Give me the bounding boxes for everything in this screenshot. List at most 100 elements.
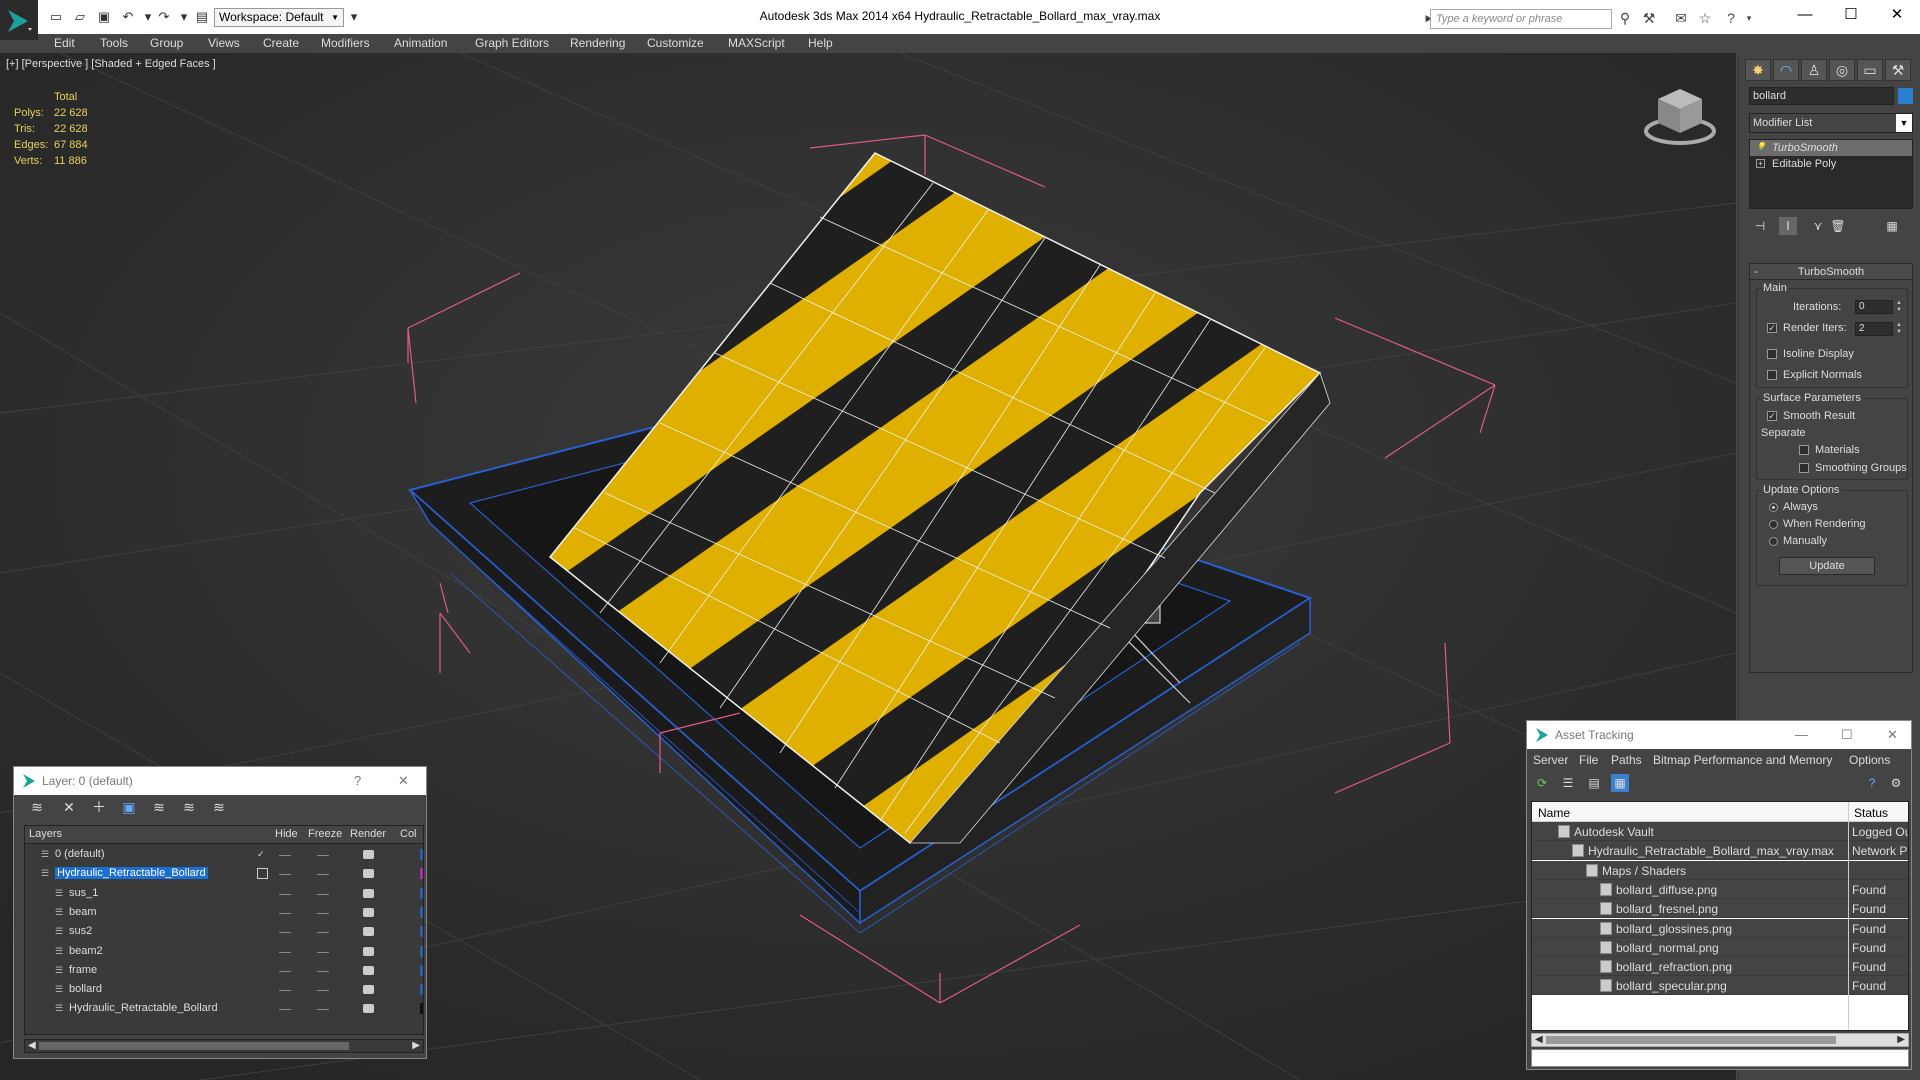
viewport-label[interactable]: [+] [Perspective ] [Shaded + Edged Faces… xyxy=(6,58,216,70)
layer-name[interactable]: beam xyxy=(69,906,97,918)
undo-icon[interactable]: ↶ xyxy=(120,9,136,25)
search-input[interactable]: Type a keyword or phrase xyxy=(1430,9,1612,29)
hide-toggle[interactable] xyxy=(279,855,291,856)
layer-row[interactable]: ☰ Hydraulic_Retractable_Bollard xyxy=(25,865,423,884)
menu-graph-editors[interactable]: Graph Editors xyxy=(475,36,549,50)
save-file-icon[interactable]: ▣ xyxy=(96,9,112,25)
layer-row[interactable]: ☰ sus2 xyxy=(25,923,423,942)
hide-toggle[interactable] xyxy=(279,893,291,895)
asset-name[interactable]: Autodesk Vault xyxy=(1574,825,1654,839)
details-view-icon[interactable]: ▤ xyxy=(1585,774,1603,792)
freeze-toggle[interactable] xyxy=(317,932,329,934)
menu-create[interactable]: Create xyxy=(263,36,299,50)
hide-toggle[interactable] xyxy=(279,990,291,992)
asset-name[interactable]: bollard_glossines.png xyxy=(1616,922,1732,936)
modify-tab-icon[interactable]: ◠ xyxy=(1773,59,1799,81)
iterations-spinner[interactable]: 0 xyxy=(1855,300,1893,314)
redo-dropdown-icon[interactable]: ▾ xyxy=(176,9,192,25)
minimize-icon[interactable]: — xyxy=(1790,4,1820,26)
scroll-left-icon[interactable]: ◀ xyxy=(28,1040,36,1051)
layer-list[interactable]: Layers Hide Freeze Render Col ☰ 0 (defaul… xyxy=(24,825,424,1035)
asset-row[interactable]: Maps / Shaders xyxy=(1532,860,1908,880)
delete-layer-icon[interactable]: ✕ xyxy=(60,798,78,816)
column-layers[interactable]: Layers xyxy=(29,828,62,840)
subscription-icon[interactable]: ⚒ xyxy=(1640,9,1658,27)
asset-row[interactable]: bollard_refraction.png Found xyxy=(1532,957,1908,977)
utilities-tab-icon[interactable]: ⚒ xyxy=(1885,59,1911,81)
horizontal-scrollbar[interactable]: ◀ ▶ xyxy=(1531,1033,1909,1047)
help-icon[interactable]: ? xyxy=(354,767,361,795)
column-color[interactable]: Col xyxy=(400,828,417,840)
manually-radio[interactable] xyxy=(1769,537,1778,546)
layer-color-swatch[interactable] xyxy=(420,1003,423,1015)
object-color-swatch[interactable] xyxy=(1898,88,1913,104)
workspace-dropdown[interactable]: Workspace: Default ▼ xyxy=(214,8,344,27)
layer-color-swatch[interactable] xyxy=(420,945,423,957)
freeze-toggle[interactable] xyxy=(317,874,329,876)
make-unique-icon[interactable]: ⋎ xyxy=(1809,217,1827,235)
project-folder-icon[interactable]: ▤ xyxy=(194,9,210,25)
spinner-arrows-icon[interactable]: ▲ ▼ xyxy=(1895,300,1903,314)
layer-row[interactable]: ☰ beam xyxy=(25,904,423,923)
menu-file[interactable]: File xyxy=(1579,753,1598,767)
stack-item-editable-poly[interactable]: + Editable Poly xyxy=(1750,156,1912,172)
scroll-right-icon[interactable]: ▶ xyxy=(412,1040,420,1051)
active-layer-check-icon[interactable]: ✓ xyxy=(257,849,268,860)
menu-customize[interactable]: Customize xyxy=(647,36,704,50)
favorites-star-icon[interactable]: ☆ xyxy=(1696,9,1714,27)
motion-tab-icon[interactable]: ◎ xyxy=(1829,59,1855,81)
render-teapot-icon[interactable] xyxy=(363,888,374,898)
column-freeze[interactable]: Freeze xyxy=(308,828,342,840)
menu-paths[interactable]: Paths xyxy=(1611,753,1642,767)
layer-row[interactable]: ☰ bollard xyxy=(25,981,423,1000)
menu-server[interactable]: Server xyxy=(1533,753,1568,767)
render-teapot-icon[interactable] xyxy=(363,869,374,879)
asset-name[interactable]: Hydraulic_Retractable_Bollard_max_vray.m… xyxy=(1588,844,1834,858)
layer-row[interactable]: ☰ Hydraulic_Retractable_Bollard xyxy=(25,1000,423,1019)
layer-row[interactable]: ☰ beam2 xyxy=(25,943,423,962)
freeze-all-layers-icon[interactable]: ≋ xyxy=(210,798,228,816)
asset-name[interactable]: bollard_specular.png xyxy=(1616,979,1727,993)
help-icon[interactable]: ? xyxy=(1863,774,1881,792)
scroll-right-icon[interactable]: ▶ xyxy=(1897,1034,1905,1045)
hide-toggle[interactable] xyxy=(279,951,291,953)
layer-name[interactable]: beam2 xyxy=(69,945,103,957)
configure-modifier-sets-icon[interactable]: ▦ xyxy=(1883,217,1901,235)
asset-row[interactable]: bollard_normal.png Found xyxy=(1532,937,1908,957)
close-icon[interactable]: ✕ xyxy=(1882,4,1912,26)
render-iters-checkbox[interactable]: ✓ xyxy=(1767,323,1777,333)
menu-tools[interactable]: Tools xyxy=(100,36,128,50)
layer-name[interactable]: Hydraulic_Retractable_Bollard xyxy=(55,867,208,880)
undo-dropdown-icon[interactable]: ▾ xyxy=(140,9,156,25)
asset-row[interactable]: Hydraulic_Retractable_Bollard_max_vray.m… xyxy=(1532,841,1908,861)
hide-toggle[interactable] xyxy=(279,932,291,934)
layer-color-swatch[interactable] xyxy=(420,849,423,860)
freeze-toggle[interactable] xyxy=(317,970,329,972)
hide-toggle[interactable] xyxy=(279,1009,291,1011)
freeze-toggle[interactable] xyxy=(317,912,329,914)
table-view-icon[interactable]: ▦ xyxy=(1611,774,1629,792)
menu-rendering[interactable]: Rendering xyxy=(570,36,625,50)
asset-name[interactable]: bollard_fresnel.png xyxy=(1616,902,1718,916)
render-teapot-icon[interactable] xyxy=(363,850,374,859)
smoothing-groups-checkbox[interactable] xyxy=(1799,463,1809,473)
show-end-result-icon[interactable]: Ⅰ xyxy=(1779,217,1797,235)
hide-all-layers-icon[interactable]: ≋ xyxy=(180,798,198,816)
quick-access-menu-icon[interactable]: ▾ xyxy=(346,9,362,25)
freeze-toggle[interactable] xyxy=(317,951,329,953)
layer-name[interactable]: 0 (default) xyxy=(55,848,105,860)
create-tab-icon[interactable]: ✸ xyxy=(1745,59,1771,81)
redo-icon[interactable]: ↷ xyxy=(156,9,172,25)
asset-path-field[interactable] xyxy=(1531,1049,1909,1067)
freeze-toggle[interactable] xyxy=(317,855,329,856)
layer-name[interactable]: bollard xyxy=(69,983,102,995)
pin-stack-icon[interactable]: ⊣ xyxy=(1751,217,1769,235)
communication-center-icon[interactable]: ✉ xyxy=(1672,9,1690,27)
render-teapot-icon[interactable] xyxy=(363,946,374,956)
scroll-left-icon[interactable]: ◀ xyxy=(1535,1034,1543,1045)
close-icon[interactable]: ✕ xyxy=(398,767,409,795)
column-render[interactable]: Render xyxy=(350,828,386,840)
layer-name[interactable]: frame xyxy=(69,964,97,976)
minimize-icon[interactable]: — xyxy=(1795,721,1808,749)
menu-views[interactable]: Views xyxy=(208,36,240,50)
